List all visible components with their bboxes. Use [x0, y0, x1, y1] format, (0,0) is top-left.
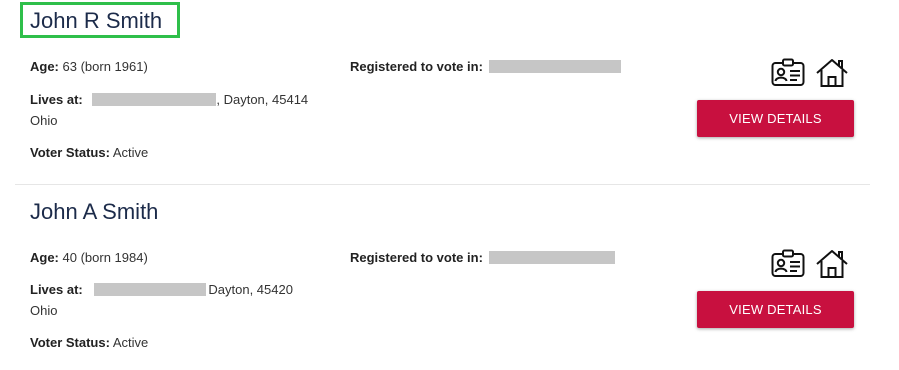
voter-status-field: Voter Status: Active	[30, 335, 148, 351]
voter-status-field: Voter Status: Active	[30, 145, 148, 161]
voter-status-value: Active	[112, 335, 149, 350]
city-zip: , Dayton, 45414	[216, 92, 309, 107]
voter-status-value: Active	[112, 145, 149, 160]
city-zip: Dayton, 45420	[208, 282, 293, 297]
view-details-button[interactable]: VIEW DETAILS	[697, 291, 854, 328]
age-field: Age: 63 (born 1961)	[30, 59, 148, 75]
registered-label: Registered to vote in:	[350, 250, 483, 265]
voter-status-label: Voter Status:	[30, 145, 110, 160]
lives-at-label: Lives at:	[30, 282, 83, 297]
state-field: Ohio	[30, 303, 57, 319]
redacted-registration	[488, 60, 621, 73]
age-value: 40 (born 1984)	[62, 250, 148, 265]
redacted-street	[92, 93, 217, 106]
state-value: Ohio	[30, 113, 58, 128]
person-name-link[interactable]: John A Smith	[30, 199, 158, 225]
address-field: Lives at: Dayton, 45420	[30, 282, 293, 298]
result-card: John R Smith Age: 63 (born 1961) Lives a…	[0, 0, 899, 185]
id-card-icon[interactable]	[771, 249, 805, 279]
person-name-link[interactable]: John R Smith	[30, 8, 162, 34]
age-label: Age:	[30, 59, 59, 74]
result-card: John A Smith Age: 40 (born 1984) Lives a…	[0, 185, 899, 370]
state-value: Ohio	[30, 303, 58, 318]
voter-status-label: Voter Status:	[30, 335, 110, 350]
registered-label: Registered to vote in:	[350, 59, 483, 74]
home-icon[interactable]	[815, 58, 849, 88]
id-card-icon[interactable]	[771, 58, 805, 88]
redacted-registration	[488, 251, 615, 264]
address-field: Lives at: , Dayton, 45414	[30, 92, 308, 108]
redacted-street	[94, 283, 207, 296]
age-label: Age:	[30, 250, 59, 265]
registered-field: Registered to vote in:	[350, 250, 615, 266]
state-field: Ohio	[30, 113, 57, 129]
lives-at-label: Lives at:	[30, 92, 83, 107]
home-icon[interactable]	[815, 249, 849, 279]
registered-field: Registered to vote in:	[350, 59, 621, 75]
view-details-button[interactable]: VIEW DETAILS	[697, 100, 854, 137]
age-value: 63 (born 1961)	[62, 59, 148, 74]
age-field: Age: 40 (born 1984)	[30, 250, 148, 266]
